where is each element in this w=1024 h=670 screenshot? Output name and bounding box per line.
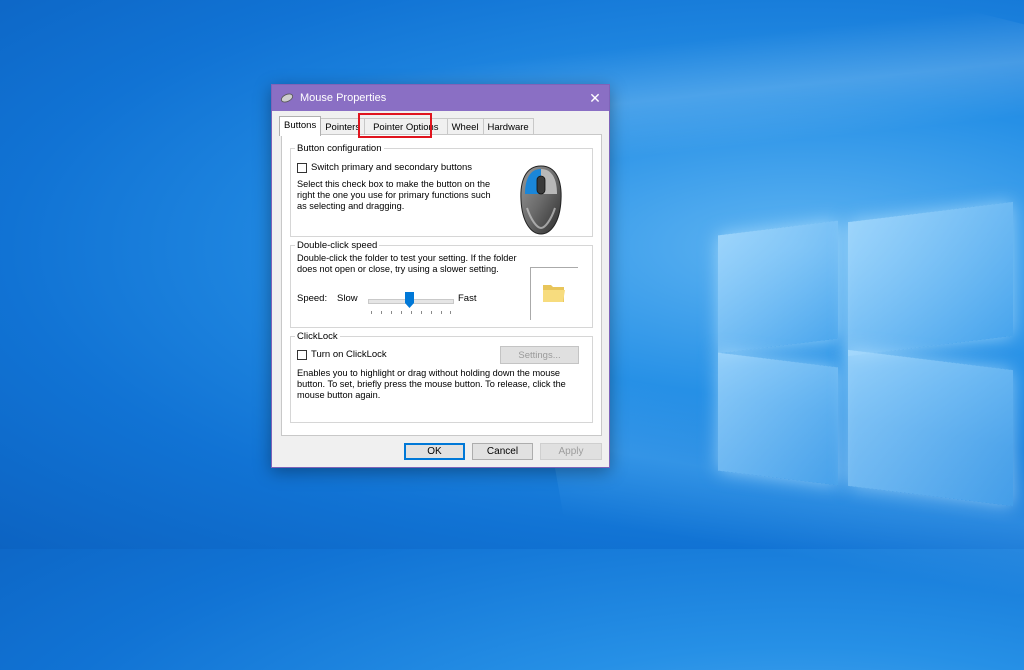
logo-pane — [718, 221, 838, 354]
button-configuration-group: Button configuration Switch primary and … — [290, 143, 593, 237]
clicklock-checkbox[interactable] — [297, 350, 307, 360]
close-icon: ✕ — [589, 90, 601, 107]
mouse-properties-dialog: Mouse Properties ✕ Buttons Pointers Poin… — [271, 84, 610, 468]
test-folder-area[interactable] — [530, 267, 578, 320]
clicklock-settings-button[interactable]: Settings... — [500, 346, 579, 364]
mouse-illustration-icon — [517, 164, 565, 236]
clicklock-description: Enables you to highlight or drag without… — [297, 368, 577, 401]
folder-icon[interactable] — [542, 282, 566, 304]
group-label: Double-click speed — [295, 240, 379, 251]
ok-button[interactable]: OK — [404, 443, 465, 460]
buttons-tab-panel: Button configuration Switch primary and … — [281, 134, 602, 436]
logo-pane — [718, 353, 838, 486]
logo-pane — [848, 350, 1013, 506]
tab-buttons[interactable]: Buttons — [279, 116, 321, 136]
slider-ticks — [371, 311, 451, 314]
double-click-description: Double-click the folder to test your set… — [297, 253, 517, 275]
clicklock-label[interactable]: Turn on ClickLock — [311, 349, 387, 360]
fast-label: Fast — [458, 293, 476, 304]
speed-slider-thumb[interactable] — [405, 292, 414, 308]
title-bar[interactable]: Mouse Properties ✕ — [272, 85, 609, 111]
mouse-icon — [280, 93, 294, 103]
cancel-button[interactable]: Cancel — [472, 443, 533, 460]
button-config-description: Select this check box to make the button… — [297, 179, 502, 212]
clicklock-group: ClickLock Turn on ClickLock Settings... … — [290, 331, 593, 423]
double-click-speed-group: Double-click speed Double-click the fold… — [290, 240, 593, 328]
logo-pane — [848, 202, 1013, 356]
group-label: Button configuration — [295, 143, 384, 154]
slow-label: Slow — [337, 293, 358, 304]
pointer-options-highlight — [358, 113, 432, 138]
close-button[interactable]: ✕ — [581, 85, 609, 111]
group-label: ClickLock — [295, 331, 340, 342]
window-title: Mouse Properties — [300, 92, 386, 104]
switch-buttons-checkbox[interactable] — [297, 163, 307, 173]
speed-label: Speed: — [297, 293, 327, 304]
windows-logo-wallpaper — [718, 198, 1018, 504]
apply-button[interactable]: Apply — [540, 443, 602, 460]
switch-buttons-label[interactable]: Switch primary and secondary buttons — [311, 162, 472, 173]
